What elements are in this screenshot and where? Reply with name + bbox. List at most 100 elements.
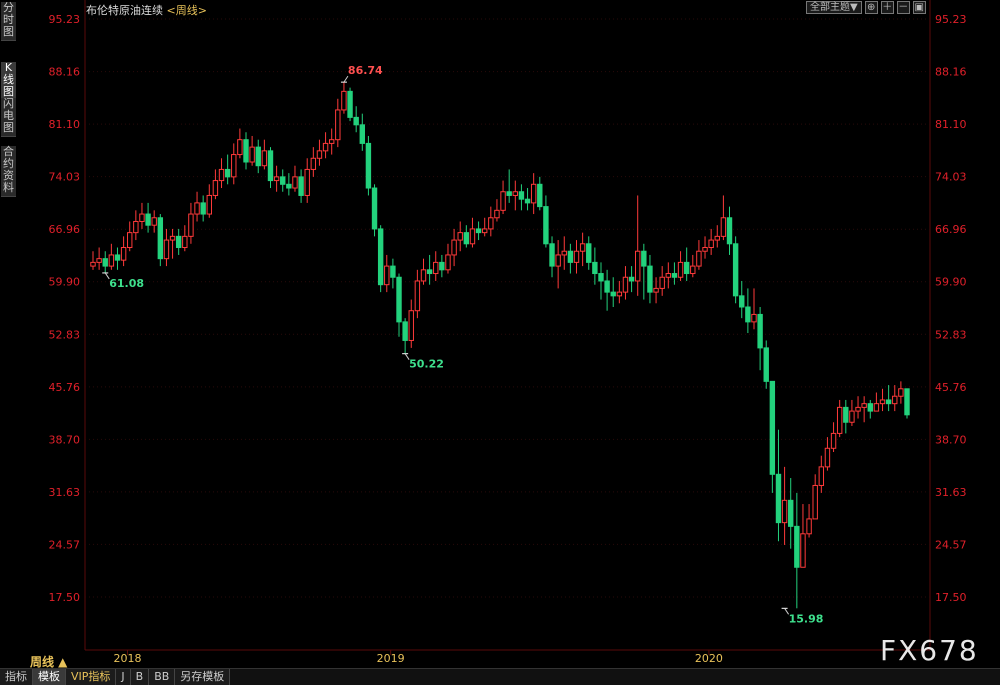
candle-body (359, 124, 365, 144)
tab-save-template[interactable]: 另存模板 (175, 669, 231, 685)
candle-body (133, 220, 139, 234)
y-tick-label-right: 59.90 (935, 276, 967, 289)
candle-body (855, 406, 861, 412)
candle-body (212, 180, 219, 196)
zoom-out-icon[interactable]: － (896, 1, 910, 14)
candle-body (231, 154, 237, 178)
y-tick-label-right: 31.63 (935, 486, 967, 499)
tab-b[interactable]: B (130, 669, 150, 685)
candle-body (720, 217, 727, 237)
watermark-logo: FX678 (880, 634, 979, 667)
candle-body (751, 313, 757, 323)
tab-kline[interactable]: K线图 (1, 62, 16, 101)
reset-icon[interactable]: ▣ (912, 1, 926, 14)
candle-body (586, 243, 592, 263)
candle-body (114, 254, 121, 261)
candle-body (849, 410, 855, 423)
candle-body (635, 250, 641, 282)
theme-dropdown[interactable]: 全部主题▼ (806, 1, 862, 14)
candle-body (249, 146, 255, 163)
candle-body (543, 206, 549, 245)
candle-body (775, 473, 782, 524)
candle-body (616, 291, 623, 297)
candle-body (280, 176, 286, 185)
candle-body (243, 139, 249, 163)
y-tick-label-right: 38.70 (935, 433, 967, 446)
candle-body (708, 239, 714, 249)
candle-body (812, 484, 818, 520)
tab-flash-chart[interactable]: 闪电图 (1, 98, 16, 137)
candle-body (255, 146, 261, 167)
candle-body (335, 109, 341, 141)
candle-body (286, 183, 292, 189)
candle-body (304, 168, 310, 196)
candle-body (800, 533, 806, 568)
candle-body (757, 313, 763, 349)
tab-time-sharing[interactable]: 分时图 (1, 2, 16, 41)
y-tick-label-right: 45.76 (935, 381, 967, 394)
y-tick-label-right: 24.57 (935, 538, 967, 551)
tab-template[interactable]: 模板 (33, 669, 66, 685)
candle-body (500, 191, 506, 211)
candle-body (732, 243, 739, 297)
candle-body (139, 213, 145, 222)
y-tick-label-left: 17.50 (49, 591, 81, 604)
candle-body (384, 265, 390, 286)
candle-body (157, 217, 164, 260)
y-tick-label-right: 17.50 (935, 591, 967, 604)
zoom-in-icon[interactable]: ＋ (880, 1, 894, 14)
candle-body (898, 388, 904, 397)
sidebar: 分时图 K线图 闪电图 合约资料 (0, 0, 17, 670)
candle-body (671, 273, 678, 278)
candle-body (512, 191, 519, 196)
candle-body (794, 525, 800, 568)
candle-body (549, 243, 555, 267)
candle-body (127, 232, 133, 249)
y-tick-label-left: 59.90 (49, 276, 81, 289)
candle-body (537, 183, 543, 208)
candle-body (390, 265, 396, 278)
tab-vip-indicators[interactable]: VIP指标 (66, 669, 117, 685)
tab-j[interactable]: J (116, 669, 131, 685)
candle-body (653, 287, 659, 293)
candle-body (224, 168, 231, 178)
candle-body (445, 254, 451, 271)
period-tag: <周线> (166, 4, 207, 17)
candle-body (739, 295, 745, 308)
candle-body (396, 276, 402, 323)
candle-body (163, 239, 170, 260)
candle-body (151, 217, 157, 226)
candlestick-chart[interactable]: 95.23 95.23 88.16 88.16 81.10 81.10 74.03 74.03… (17, 0, 1000, 668)
candle-body (622, 276, 629, 293)
tab-indicators[interactable]: 指标 (0, 669, 33, 685)
y-tick-label-right: 95.23 (935, 13, 967, 26)
extreme-label: 15.98 (789, 612, 824, 625)
candle-body (182, 235, 188, 249)
candle-body (788, 499, 794, 527)
candle-body (218, 168, 225, 182)
candle-body (463, 232, 470, 245)
candle-body (494, 209, 500, 219)
candle-body (371, 187, 378, 230)
tab-bb[interactable]: BB (149, 669, 176, 685)
y-tick-label-left: 81.10 (49, 118, 81, 131)
extreme-label: 86.74 (348, 64, 383, 77)
candle-body (402, 321, 408, 341)
candle-body (873, 403, 880, 412)
candle-body (194, 202, 200, 215)
tab-contract-info[interactable]: 合约资料 (1, 146, 16, 197)
bottom-tab-bar: 指标 模板 VIP指标 J B BB 另存模板 (0, 668, 1000, 685)
y-tick-label-left: 31.63 (49, 486, 81, 499)
chart-toolbar: 全部主题▼ ⊕ ＋ － ▣ (806, 1, 926, 14)
candle-body (481, 228, 488, 234)
candle-body (879, 399, 886, 405)
y-tick-label-right: 81.10 (935, 118, 967, 131)
candle-body (188, 213, 194, 237)
candle-body (328, 139, 335, 144)
candle-body (408, 310, 414, 341)
candle-body (818, 466, 825, 486)
y-tick-label-right: 74.03 (935, 171, 967, 184)
expand-icon[interactable]: ⊕ (864, 1, 878, 14)
candle-body (824, 447, 831, 468)
candle-body (610, 291, 616, 297)
